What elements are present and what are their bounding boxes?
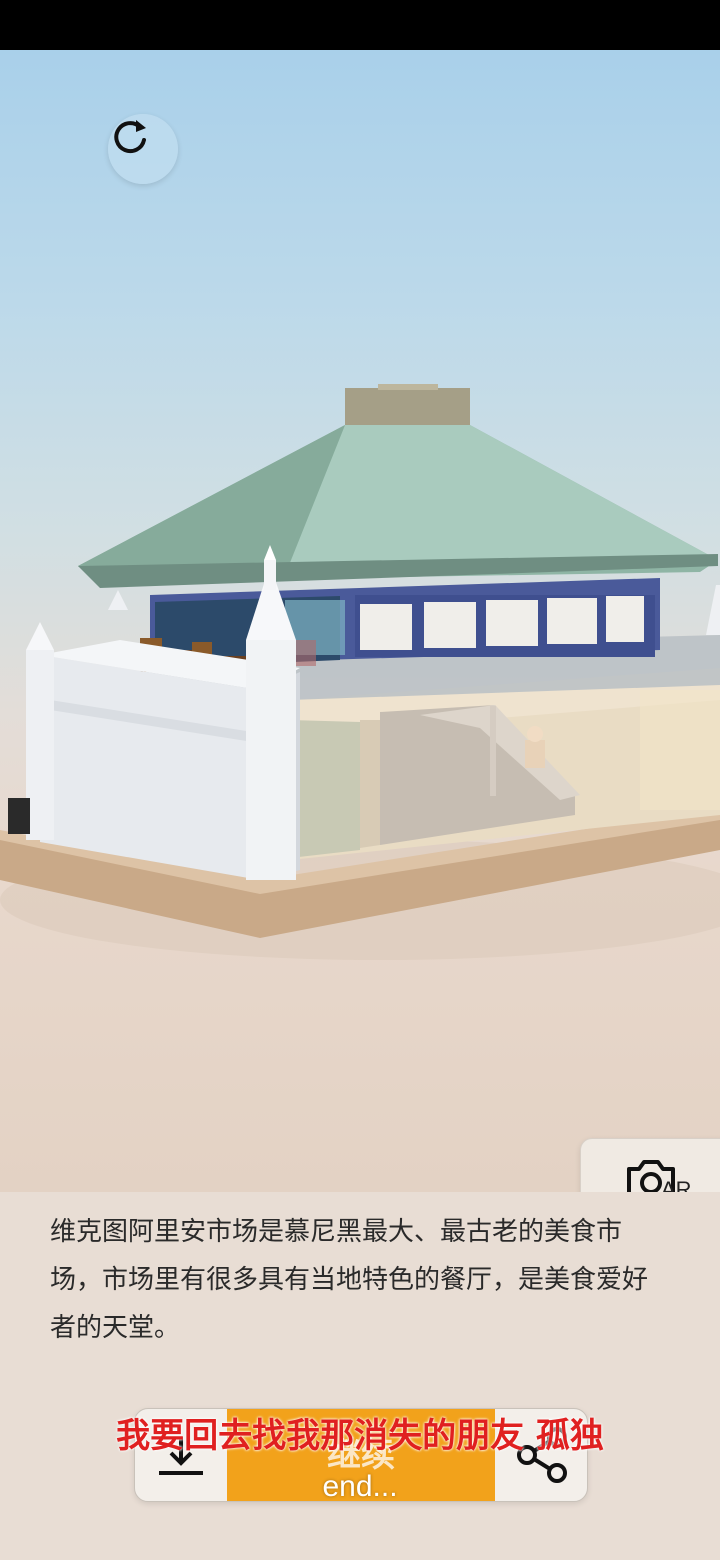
rotate-view-button[interactable] — [108, 114, 178, 184]
game-scene[interactable]: AR — [0, 50, 720, 1228]
description-panel: 维克图阿里安市场是慕尼黑最大、最古老的美食市场，市场里有很多具有当地特色的餐厅，… — [0, 1192, 720, 1560]
building-description: 维克图阿里安市场是慕尼黑最大、最古老的美食市场，市场里有很多具有当地特色的餐厅，… — [50, 1217, 649, 1343]
caption-overlay: end... — [322, 1470, 398, 1503]
status-bar — [0, 0, 720, 50]
rotate-icon — [114, 120, 146, 154]
lyric-subtitle: 我要回去找我那消失的朋友 孤独 — [116, 1416, 604, 1456]
market-building-model — [0, 384, 720, 960]
